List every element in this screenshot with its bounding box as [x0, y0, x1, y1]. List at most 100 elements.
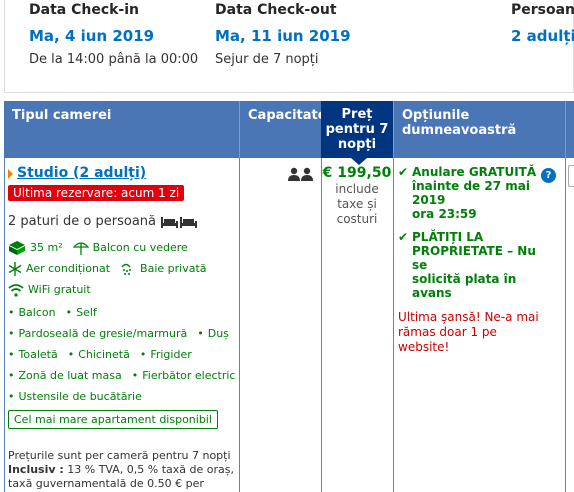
warning-line: rămas doar 1 pe website!	[398, 325, 497, 354]
option-line: PROPRIETATE – Nu se	[412, 244, 536, 272]
amenity-item: • Toaletă	[8, 348, 58, 361]
snowflake-icon	[8, 261, 22, 276]
shower-icon	[121, 263, 132, 275]
guests-value[interactable]: 2 adulți	[511, 27, 574, 45]
checkout-block: Data Check-out Ma, 11 iun 2019 Sejur de …	[215, 0, 351, 67]
amenity-item: • Self	[65, 306, 97, 319]
room-cell: Studio (2 adulți) Ultima rezervare: acum…	[8, 165, 236, 492]
amenity-item: • Chicinetă	[67, 348, 130, 361]
facility-text: WiFi gratuit	[28, 283, 91, 296]
checkin-date[interactable]: Ma, 4 iun 2019	[29, 27, 198, 45]
checkin-hours: De la 14:00 până la 00:00	[29, 52, 199, 67]
col-room-type: Tipul camerei	[12, 108, 112, 123]
larger-apartment-button[interactable]: Cel mai mare apartament disponibil	[8, 410, 218, 429]
table-border-left	[4, 158, 5, 492]
facility-row: Aer condiționat Baie privată	[8, 258, 236, 279]
table-divider	[565, 158, 566, 492]
price-note: Prețurile sunt per cameră pentru 7 nopți…	[8, 449, 236, 492]
options-cell: ✔ Anulare GRATUITĂ înainte de 27 mai 201…	[398, 165, 546, 355]
price-note-includes: Inclusiv : 13 % TVA, 0,5 % taxă de oraș,…	[8, 463, 236, 492]
amenity-text: Balcon	[18, 306, 56, 319]
facility-wifi: WiFi gratuit	[8, 283, 91, 297]
single-bed-icon	[160, 215, 198, 229]
amenity-row: • Pardoseală de gresie/marmură • Duș	[8, 323, 236, 344]
option-line: solicită plata în avans	[412, 272, 517, 300]
wifi-icon	[8, 283, 24, 297]
room-size-text: 35 m²	[30, 241, 63, 254]
price-header-pointer	[351, 158, 367, 165]
warning-line: Ultima șansă! Ne-a mai	[398, 310, 539, 324]
amenity-text: Self	[76, 306, 97, 319]
facility-balcony-view: Balcon cu vedere	[72, 240, 188, 256]
checkin-block: Data Check-in Ma, 4 iun 2019 De la 14:00…	[29, 0, 198, 67]
help-icon[interactable]: ?	[541, 168, 556, 183]
amenity-item: • Pardoseală de gresie/marmură	[8, 327, 188, 340]
check-icon: ✔	[398, 230, 409, 244]
room-name-link[interactable]: Studio (2 adulți)	[8, 165, 236, 181]
bed-info: 2 paturi de o persoană	[8, 214, 236, 229]
facility-text: Baie privată	[140, 262, 207, 275]
two-persons-icon	[288, 167, 313, 181]
includes-label: Inclusiv :	[8, 463, 64, 476]
expand-arrow-icon	[8, 169, 13, 179]
check-icon: ✔	[398, 165, 409, 179]
rooms-table: Tipul camerei Capacitate Opțiunile dumne…	[4, 101, 574, 492]
price-includes-line: taxe și	[337, 197, 377, 211]
amenity-text: Zonă de luat masa	[18, 369, 122, 382]
amenity-text: Pardoseală de gresie/marmură	[18, 327, 188, 340]
price-includes-line: costuri	[336, 212, 378, 226]
amenity-text: Frigider	[150, 348, 192, 361]
checkout-date[interactable]: Ma, 11 iun 2019	[215, 27, 351, 45]
amenity-item: • Balcon	[8, 306, 56, 319]
option-line: înainte de 27 mai 2019	[412, 179, 530, 207]
amenity-text: Duș	[207, 327, 229, 340]
amenity-item: • Zonă de luat masa	[8, 369, 122, 382]
amenity-text: Fierbător electric	[142, 369, 236, 382]
amenity-text: Chicinetă	[78, 348, 130, 361]
amenity-row: • Balcon • Self	[8, 302, 236, 323]
room-size-icon	[9, 240, 25, 255]
room-quantity-select[interactable]	[568, 165, 574, 187]
bed-info-text: 2 paturi de o persoană	[8, 214, 157, 229]
table-header: Tipul camerei Capacitate Opțiunile dumne…	[4, 101, 574, 158]
stay-summary: Data Check-in Ma, 4 iun 2019 De la 14:00…	[4, 0, 574, 93]
room-name-text[interactable]: Studio (2 adulți)	[17, 165, 146, 181]
price-cell: € 199,50 include taxe și costuri	[322, 165, 392, 227]
facility-bathroom: Baie privată	[120, 262, 207, 276]
amenity-item: • Duș	[197, 327, 229, 340]
price-includes-line: include	[335, 182, 379, 196]
price-value: € 199,50	[322, 165, 392, 181]
amenity-row: • Ustensile de bucătărie	[8, 386, 236, 407]
amenity-text: Toaletă	[18, 348, 58, 361]
amenity-item: • Fierbător electric	[131, 369, 236, 382]
option-line: Anulare GRATUITĂ	[412, 165, 537, 179]
last-booking-badge: Ultima rezervare: acum 1 zi	[8, 185, 185, 201]
checkout-label: Data Check-out	[215, 2, 337, 18]
table-divider	[393, 158, 394, 492]
pay-at-property: ✔ PLĂTIȚI LA PROPRIETATE – Nu se solicit…	[398, 230, 546, 300]
amenity-item: • Frigider	[139, 348, 192, 361]
col-price: Preț pentru 7 nopți	[321, 101, 393, 158]
capacity-cell	[288, 167, 314, 181]
facility-text: Balcon cu vedere	[92, 241, 188, 254]
amenity-item: • Ustensile de bucătărie	[8, 390, 142, 403]
amenity-row: • Zonă de luat masa • Fierbător electric	[8, 365, 236, 386]
col-stub	[565, 101, 574, 158]
guests-block: Persoane 2 adulți	[511, 0, 574, 45]
col-price-line2: pentru 7	[325, 122, 389, 137]
amenity-row: • Toaletă • Chicinetă • Frigider	[8, 344, 236, 365]
stay-length: Sejur de 7 nopți	[215, 52, 319, 67]
col-options: Opțiunile dumneavoastră	[393, 101, 565, 158]
table-divider	[239, 158, 240, 492]
checkin-label: Data Check-in	[29, 2, 140, 18]
guests-label: Persoane	[511, 2, 574, 18]
room-size: 35 m²	[8, 240, 63, 256]
col-price-line1: Preț	[341, 107, 373, 122]
facility-text: Aer condiționat	[26, 262, 111, 275]
last-chance-warning: Ultima șansă! Ne-a mai rămas doar 1 pe w…	[398, 310, 546, 355]
price-includes: include taxe și costuri	[322, 182, 392, 227]
free-cancellation: ✔ Anulare GRATUITĂ înainte de 27 mai 201…	[398, 165, 546, 221]
amenity-text: Ustensile de bucătărie	[18, 390, 142, 403]
price-note-line: Prețurile sunt per cameră pentru 7 nopți	[8, 449, 231, 462]
umbrella-icon	[72, 241, 89, 255]
